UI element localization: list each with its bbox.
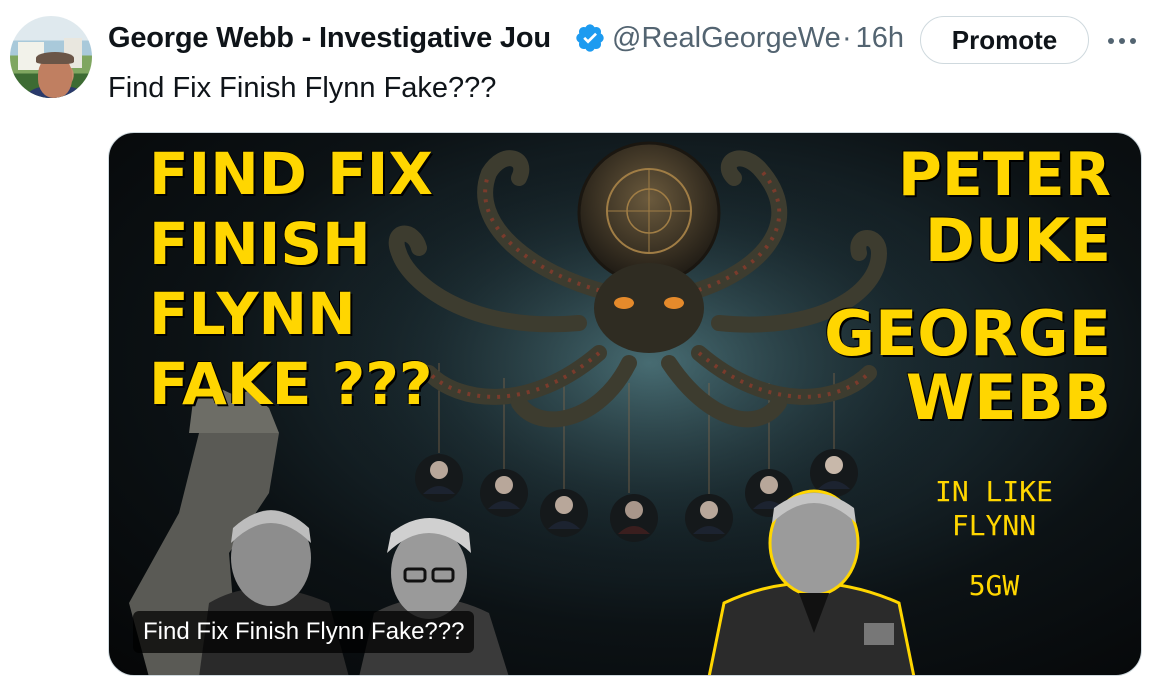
media-title-line: FLYNN xyxy=(149,280,356,348)
octopus-face xyxy=(594,263,704,353)
media-tagline-line: IN LIKE xyxy=(934,475,1053,508)
timestamp[interactable]: 16h xyxy=(856,22,904,55)
tweet-media-image[interactable]: FIND FIX FINISH FLYNN FAKE ??? PETER DUK… xyxy=(108,132,1142,676)
media-name-line: DUKE xyxy=(924,206,1111,276)
media-name-line: PETER xyxy=(897,140,1111,210)
media-title-line: FIND FIX xyxy=(149,140,433,208)
separator-dot: · xyxy=(842,21,852,54)
tweet-text: Find Fix Finish Flynn Fake??? xyxy=(108,72,497,104)
media-title-line: FAKE ??? xyxy=(149,350,433,418)
media-caption: Find Fix Finish Flynn Fake??? xyxy=(133,611,475,653)
octopus-eye-right xyxy=(664,297,684,309)
media-names-top: PETER DUKE xyxy=(898,145,1111,277)
tweet-header: George Webb - Investigative Jou @RealGeo… xyxy=(108,18,904,58)
media-name-line: GEORGE xyxy=(824,297,1111,370)
media-title-line: FINISH xyxy=(149,210,371,278)
media-tagline: IN LIKE FLYNN xyxy=(929,475,1059,542)
media-5gw-label: 5GW xyxy=(968,569,1020,602)
avatar[interactable] xyxy=(10,16,92,98)
octopus-eye-left xyxy=(614,297,634,309)
media-tagline-line: FLYNN xyxy=(951,508,1037,542)
media-title-left: FIND FIX FINISH FLYNN FAKE ??? xyxy=(149,145,433,425)
promote-button[interactable]: Promote xyxy=(920,16,1089,64)
verified-badge-icon[interactable] xyxy=(574,22,606,54)
author-handle[interactable]: @RealGeorgeWe xyxy=(612,22,842,55)
avatar-hair xyxy=(36,52,74,64)
author-name[interactable]: George Webb - Investigative Jou xyxy=(108,22,570,55)
media-names-bottom: GEORGE WEBB xyxy=(824,303,1111,431)
media-name-line: WEBB xyxy=(905,361,1111,434)
more-horizontal-icon[interactable] xyxy=(1108,38,1136,44)
